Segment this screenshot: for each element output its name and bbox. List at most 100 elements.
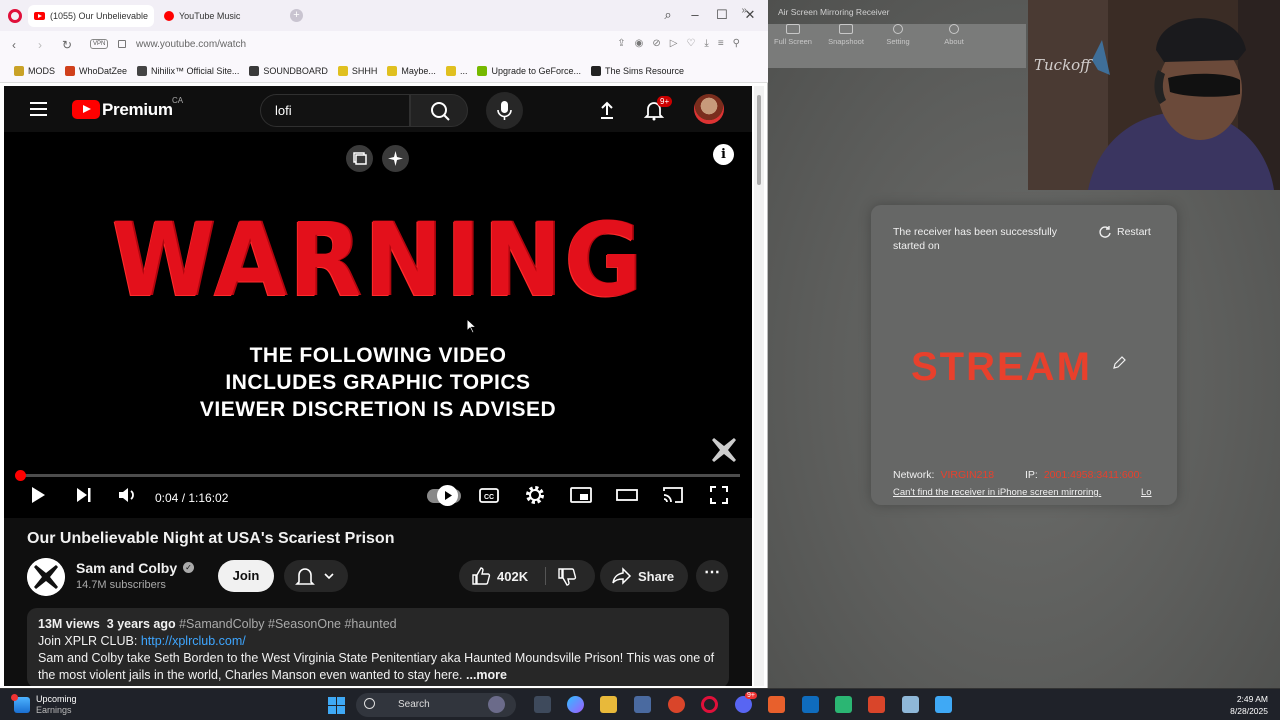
app-orange-icon[interactable] — [768, 696, 785, 713]
tab-search-icon[interactable]: ⌕ — [658, 7, 678, 23]
edit-pencil-icon[interactable] — [1111, 355, 1127, 371]
system-clock[interactable]: 2:49 AM 8/28/2025 — [1216, 693, 1268, 717]
autoplay-play-icon[interactable] — [437, 485, 458, 506]
bookmark-item[interactable]: Maybe... — [387, 65, 436, 76]
download-icon[interactable]: ⤓ — [704, 38, 708, 49]
help-link-overflow[interactable]: Lo — [1141, 487, 1152, 498]
task-view-icon[interactable] — [534, 696, 551, 713]
brand-label[interactable]: Premium — [102, 100, 173, 120]
opera-browser-icon[interactable] — [701, 696, 718, 713]
video-title: Our Unbelievable Night at USA's Scariest… — [27, 530, 395, 547]
game-app-icon[interactable] — [835, 696, 852, 713]
brave-browser-icon[interactable] — [668, 696, 685, 713]
hamburger-menu-icon[interactable] — [30, 102, 47, 120]
search-input[interactable]: lofi — [260, 94, 410, 127]
media-app-icon[interactable] — [868, 696, 885, 713]
bookmark-item[interactable]: Nihilix™ Official Site... — [137, 65, 240, 76]
bookmark-item[interactable]: ... — [445, 65, 467, 76]
fullscreen-icon[interactable] — [706, 482, 732, 508]
info-icon[interactable]: i — [713, 144, 734, 165]
description-box[interactable]: 13M views 3 years ago #SamandColby #Seas… — [27, 608, 729, 686]
url-field[interactable]: www.youtube.com/watch — [136, 39, 246, 50]
miniplayer-stack-icon[interactable] — [346, 145, 373, 172]
progress-bar[interactable] — [15, 470, 740, 481]
help-link[interactable]: Can't find the receiver in iPhone screen… — [893, 487, 1101, 498]
minimize-button[interactable]: – — [685, 7, 705, 22]
subscription-bell-button[interactable] — [284, 560, 348, 592]
file-explorer-icon[interactable] — [600, 696, 617, 713]
forward-icon[interactable]: › — [38, 38, 42, 52]
back-icon[interactable]: ‹ — [12, 38, 16, 52]
bookmark-item[interactable]: SHHH — [337, 65, 377, 76]
voice-search-button[interactable] — [486, 92, 523, 129]
search-button[interactable] — [410, 94, 468, 127]
new-tab-button[interactable]: + — [290, 9, 303, 22]
sparkle-icon[interactable] — [382, 145, 409, 172]
bookmark-item[interactable]: MODS — [14, 65, 55, 76]
bookmark-item[interactable]: The Sims Resource — [591, 65, 684, 76]
setting-tool-button[interactable]: Setting — [873, 24, 923, 46]
like-count[interactable]: 402K — [497, 569, 528, 584]
bookmarks-overflow-icon[interactable]: » — [741, 5, 747, 16]
copilot-search-icon[interactable] — [488, 696, 505, 713]
theater-mode-icon[interactable] — [614, 482, 640, 508]
next-icon[interactable] — [70, 482, 96, 508]
player-icon[interactable]: ▷ — [670, 38, 678, 49]
thumbs-down-icon[interactable] — [557, 567, 577, 587]
tab-youtube-video[interactable]: (1055) Our Unbelievable — [28, 5, 154, 27]
share-label[interactable]: Share — [638, 569, 674, 584]
fullscreen-tool-button[interactable]: Full Screen — [768, 24, 818, 46]
about-tool-button[interactable]: About — [929, 24, 979, 46]
tab-youtube-music[interactable]: YouTube Music — [158, 5, 276, 27]
tool-label: Setting — [886, 37, 910, 46]
more-actions-button[interactable]: ⋯ — [696, 560, 728, 592]
maximize-button[interactable]: ☐ — [712, 7, 732, 23]
club-link[interactable]: http://xplrclub.com/ — [141, 634, 246, 648]
snapshot-tool-button[interactable]: Snapshoot — [821, 24, 871, 46]
outlook-icon[interactable] — [802, 696, 819, 713]
reload-icon[interactable]: ↻ — [62, 38, 72, 52]
snapshot-icon[interactable]: ◉ — [635, 38, 644, 49]
vpn-badge[interactable]: VPN — [90, 39, 109, 49]
join-button[interactable]: Join — [218, 560, 274, 592]
cast-icon[interactable] — [660, 482, 686, 508]
hashtags[interactable]: #SamandColby #SeasonOne #haunted — [179, 617, 397, 631]
discord-badge: 9+ — [745, 692, 757, 699]
bookmark-item[interactable]: WhoDatZee — [65, 65, 127, 76]
player-controls: 0:04 / 1:16:02 CC — [4, 482, 752, 518]
scrubber-handle[interactable] — [15, 470, 27, 481]
lock-icon[interactable] — [118, 40, 126, 48]
video-player[interactable]: i WARNING THE FOLLOWING VIDEO INCLUDES G… — [4, 132, 752, 518]
play-icon[interactable] — [24, 482, 50, 508]
channel-name[interactable]: Sam and Colby — [76, 560, 177, 576]
scrollbar-thumb[interactable] — [757, 95, 761, 185]
notepad-icon[interactable] — [902, 696, 919, 713]
bookmark-item[interactable]: Upgrade to GeForce... — [477, 65, 581, 76]
copilot-icon[interactable] — [567, 696, 584, 713]
bookmark-item[interactable]: SOUNDBOARD — [249, 65, 328, 76]
widgets-button[interactable]: Upcoming Earnings — [11, 694, 77, 716]
restart-button[interactable]: Restart — [1098, 225, 1151, 239]
account-avatar[interactable] — [694, 94, 724, 124]
store-icon[interactable] — [634, 696, 651, 713]
receiver-status-card: The receiver has been successfully start… — [871, 205, 1177, 505]
adblock-icon[interactable]: ⊘ — [652, 38, 660, 49]
thumbs-up-icon[interactable] — [471, 566, 491, 586]
bookmark-label: Nihilix™ Official Site... — [151, 65, 240, 76]
channel-avatar[interactable] — [27, 558, 65, 596]
show-more-link[interactable]: ...more — [466, 668, 507, 682]
channel-watermark-icon[interactable] — [708, 434, 740, 466]
captions-icon[interactable]: CC — [476, 482, 502, 508]
menu-icon[interactable]: ≡ — [718, 38, 724, 49]
volume-icon[interactable] — [114, 482, 140, 508]
settings-gear-icon[interactable] — [522, 482, 548, 508]
opera-logo-icon[interactable] — [8, 9, 22, 23]
photos-icon[interactable] — [935, 696, 952, 713]
share-page-icon[interactable]: ⇪ — [617, 38, 625, 49]
miniplayer-icon[interactable] — [568, 482, 594, 508]
profile-icon[interactable]: ⚲ — [733, 38, 740, 49]
start-button-windows-icon[interactable] — [328, 697, 345, 714]
youtube-logo-icon[interactable] — [72, 100, 100, 119]
upload-icon[interactable] — [595, 98, 619, 122]
heart-icon[interactable]: ♡ — [686, 38, 695, 49]
